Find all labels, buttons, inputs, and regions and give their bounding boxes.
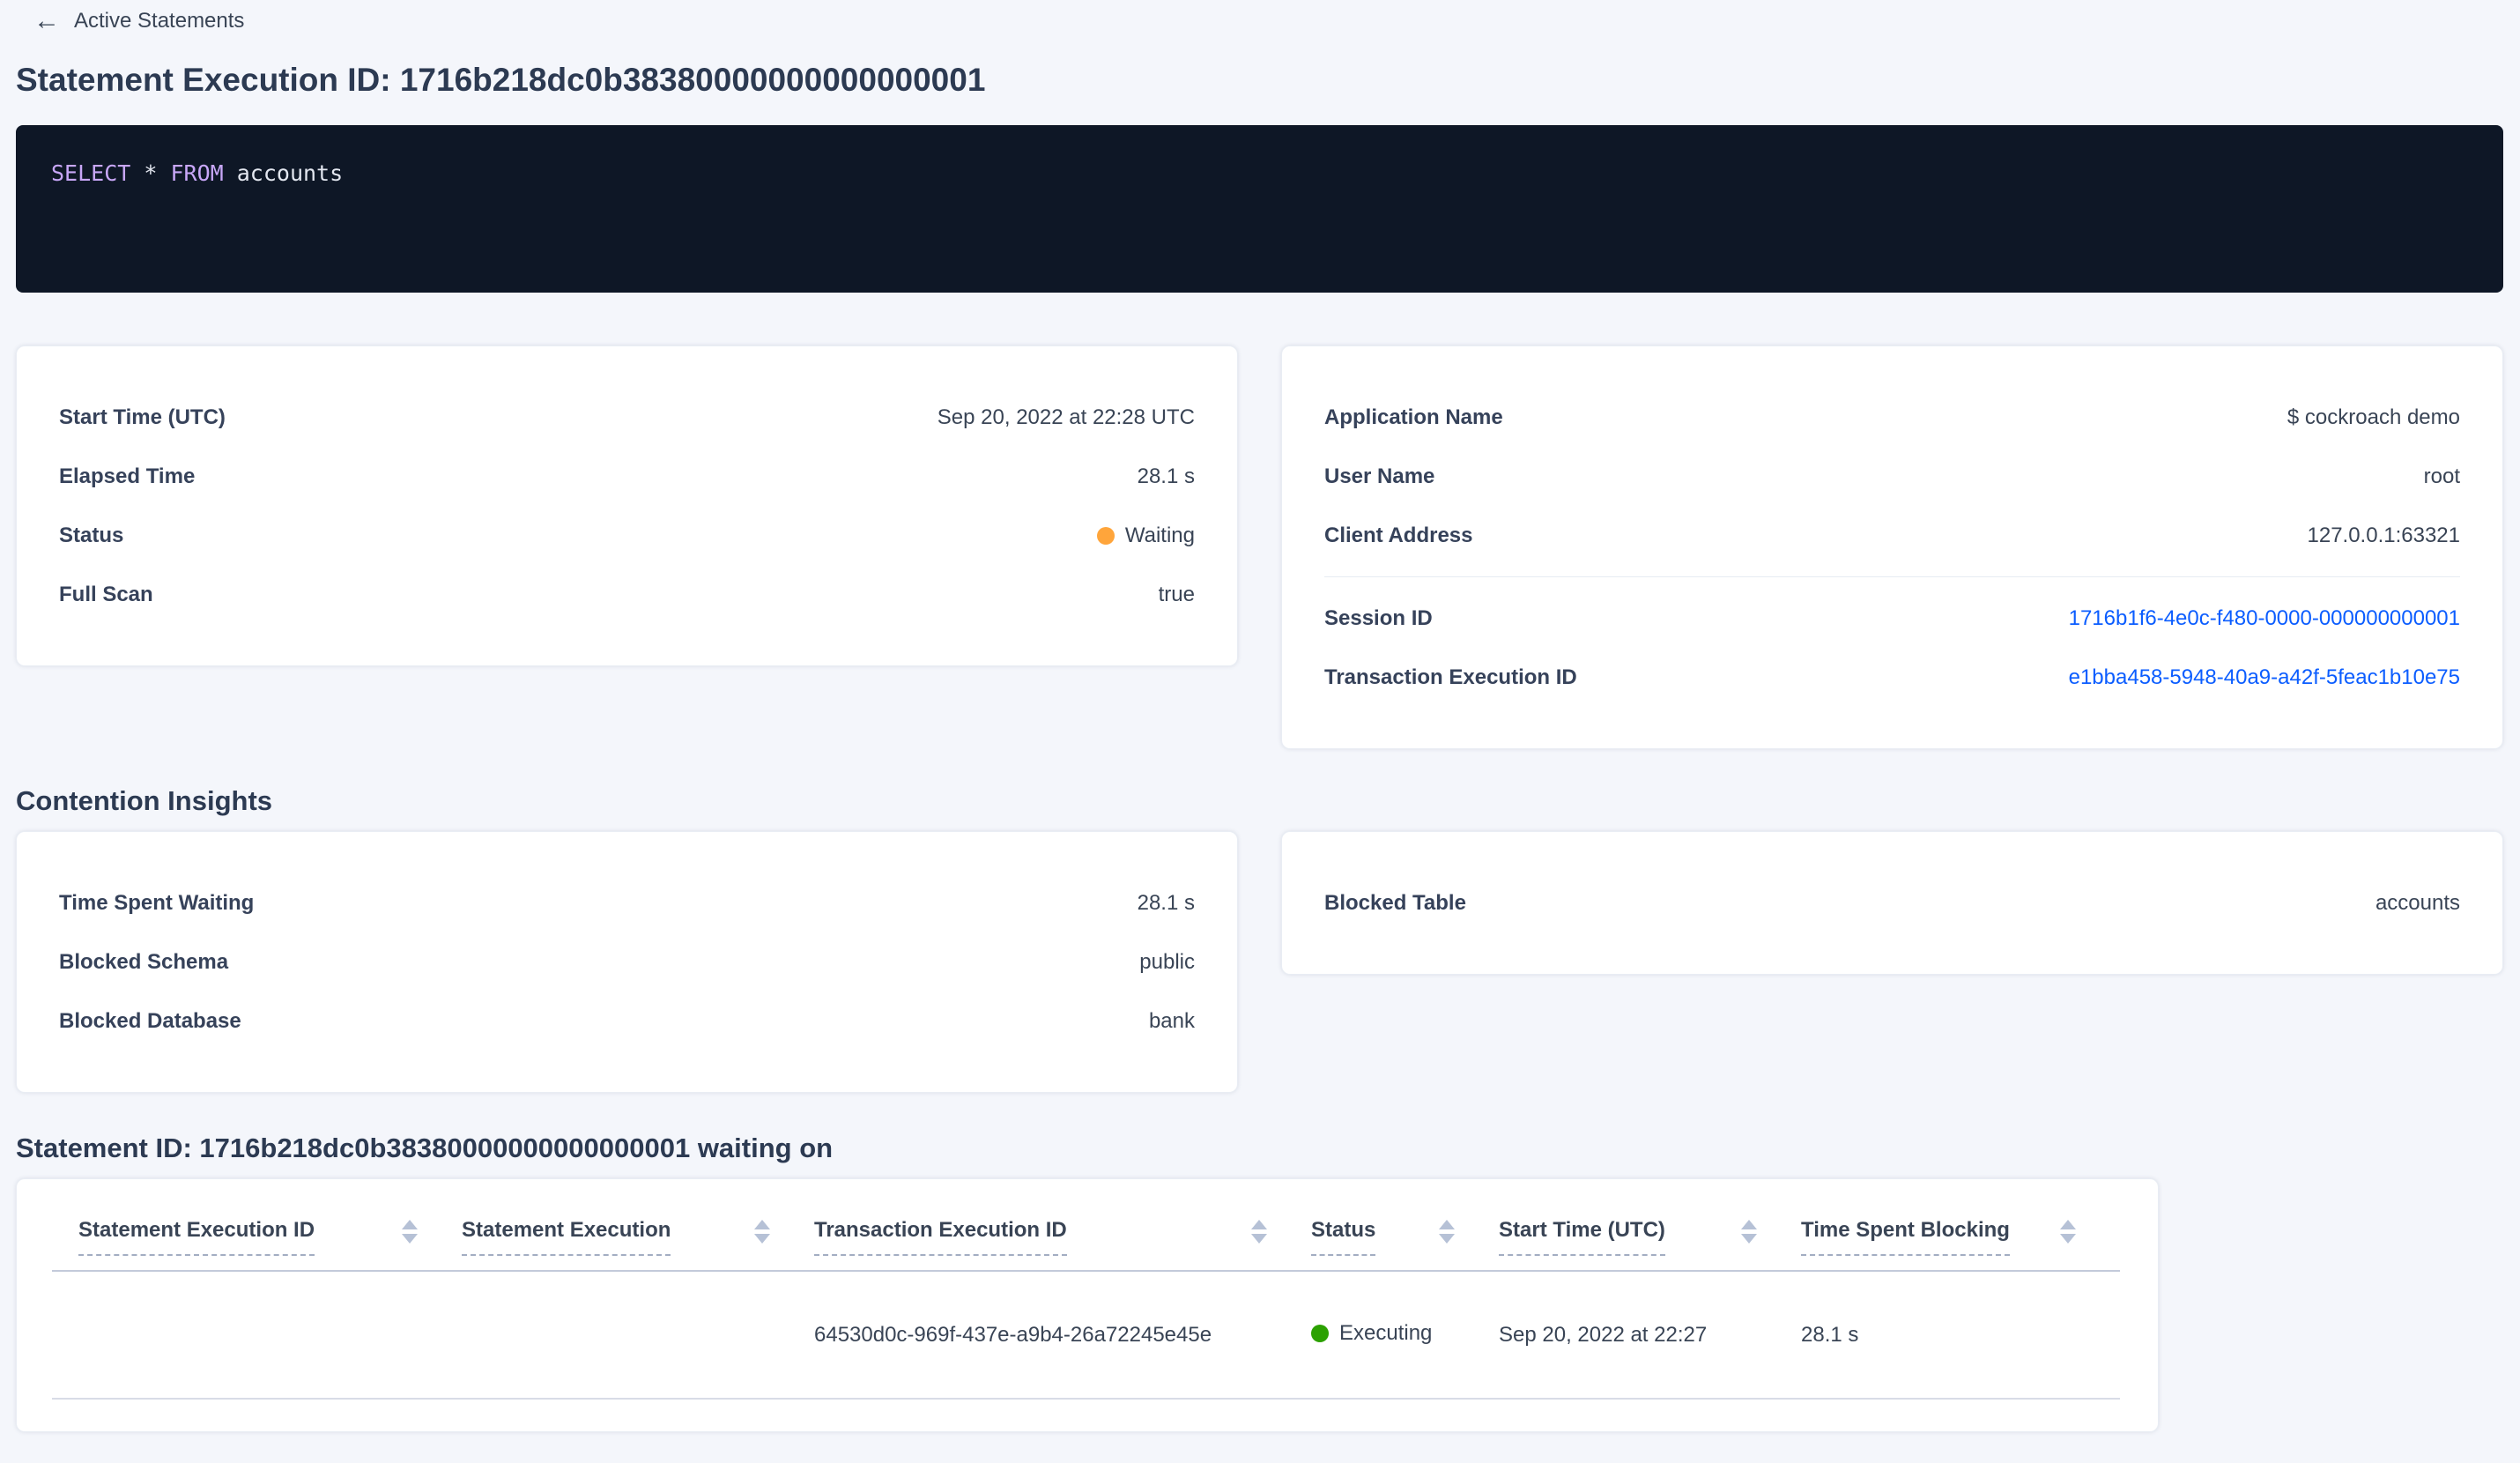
- blocked-database-row: Blocked Database bank: [59, 991, 1195, 1051]
- user-name-row: User Name root: [1324, 447, 2460, 506]
- status-row: Status Waiting: [59, 506, 1195, 565]
- blocked-schema-label: Blocked Schema: [59, 949, 229, 974]
- column-label: Time Spent Blocking: [1801, 1218, 2010, 1256]
- transaction-execution-id-link[interactable]: e1bba458-5948-40a9-a42f-5feac1b10e75: [2069, 665, 2460, 690]
- contention-insights-heading: Contention Insights: [16, 785, 273, 816]
- waiting-on-table: Statement Execution ID Statement Executi…: [52, 1179, 2120, 1400]
- sql-keyword-select: SELECT: [51, 160, 131, 186]
- user-name-value: root: [2423, 464, 2460, 488]
- start-time-value: Sep 20, 2022 at 22:28 UTC: [937, 405, 1195, 429]
- blocked-database-value: bank: [1148, 1008, 1195, 1033]
- elapsed-time-value: 28.1 s: [1137, 464, 1195, 488]
- status-value: Waiting: [1124, 523, 1195, 547]
- blocked-table-label: Blocked Table: [1324, 890, 1466, 915]
- sort-arrows-icon: [754, 1220, 770, 1244]
- back-arrow-icon: ←: [33, 6, 60, 35]
- table-header-row: Statement Execution ID Statement Executi…: [52, 1179, 2120, 1272]
- time-spent-waiting-row: Time Spent Waiting 28.1 s: [59, 873, 1195, 932]
- cell-statement-execution-id: [52, 1271, 462, 1400]
- sort-arrows-icon: [1741, 1220, 1757, 1244]
- elapsed-time-label: Elapsed Time: [59, 464, 196, 488]
- start-time-label: Start Time (UTC): [59, 405, 226, 429]
- client-address-value: 127.0.0.1:63321: [2307, 523, 2461, 547]
- client-address-row: Client Address 127.0.0.1:63321: [1324, 506, 2460, 565]
- sort-arrows-icon: [1439, 1220, 1455, 1244]
- sql-keyword-from: FROM: [170, 160, 224, 186]
- executing-status-badge: Executing: [1311, 1321, 1432, 1346]
- cell-transaction-execution-id: 64530d0c-969f-437e-a9b4-26a72245e45e: [814, 1271, 1311, 1400]
- executing-status-dot-icon: [1311, 1325, 1329, 1342]
- contention-insights-card: Time Spent Waiting 28.1 s Blocked Schema…: [16, 831, 1238, 1093]
- table-row: 64530d0c-969f-437e-a9b4-26a72245e45e Exe…: [52, 1271, 2120, 1400]
- column-label: Statement Execution: [462, 1218, 671, 1256]
- session-details-card: Application Name $ cockroach demo User N…: [1281, 345, 2503, 749]
- waiting-on-heading: Statement ID: 1716b218dc0b38380000000000…: [16, 1133, 834, 1163]
- card-divider: [1324, 576, 2460, 577]
- blocked-table-row: Blocked Table accounts: [1324, 873, 2460, 932]
- cell-time-spent-blocking: 28.1 s: [1801, 1271, 2120, 1400]
- breadcrumb-back-link[interactable]: ← Active Statements: [33, 6, 245, 35]
- column-label: Start Time (UTC): [1499, 1218, 1665, 1256]
- start-time-row: Start Time (UTC) Sep 20, 2022 at 22:28 U…: [59, 388, 1195, 447]
- column-label: Status: [1311, 1218, 1376, 1256]
- breadcrumb-label: Active Statements: [74, 9, 245, 33]
- column-header-time-spent-blocking[interactable]: Time Spent Blocking: [1801, 1179, 2120, 1272]
- waiting-status-dot-icon: [1096, 526, 1115, 545]
- sort-arrows-icon: [1251, 1220, 1267, 1244]
- transaction-execution-id-row: Transaction Execution ID e1bba458-5948-4…: [1324, 648, 2460, 707]
- blocked-schema-row: Blocked Schema public: [59, 932, 1195, 991]
- client-address-label: Client Address: [1324, 523, 1473, 547]
- session-id-label: Session ID: [1324, 605, 1433, 630]
- sort-arrows-icon: [402, 1220, 418, 1244]
- overview-cards-row: Start Time (UTC) Sep 20, 2022 at 22:28 U…: [16, 345, 2503, 749]
- transaction-execution-id-label: Transaction Execution ID: [1324, 665, 1577, 689]
- column-header-status[interactable]: Status: [1311, 1179, 1499, 1272]
- full-scan-value: true: [1158, 582, 1195, 606]
- sort-arrows-icon: [2060, 1220, 2076, 1244]
- blocked-database-label: Blocked Database: [59, 1008, 241, 1033]
- cell-status: Executing: [1311, 1271, 1499, 1400]
- executing-status-text: Executing: [1339, 1321, 1433, 1345]
- session-id-link[interactable]: 1716b1f6-4e0c-f480-0000-000000000001: [2069, 606, 2460, 631]
- session-id-row: Session ID 1716b1f6-4e0c-f480-0000-00000…: [1324, 589, 2460, 648]
- status-label: Status: [59, 523, 124, 547]
- column-label: Transaction Execution ID: [814, 1218, 1067, 1256]
- application-name-row: Application Name $ cockroach demo: [1324, 388, 2460, 447]
- sql-statement-box: SELECT * FROM accounts: [16, 125, 2503, 293]
- status-badge: Waiting: [1096, 523, 1195, 548]
- sql-table-segment: accounts: [223, 160, 344, 186]
- application-name-label: Application Name: [1324, 405, 1503, 429]
- application-name-value: $ cockroach demo: [2287, 405, 2460, 429]
- elapsed-time-row: Elapsed Time 28.1 s: [59, 447, 1195, 506]
- column-header-transaction-execution-id[interactable]: Transaction Execution ID: [814, 1179, 1311, 1272]
- full-scan-label: Full Scan: [59, 582, 153, 606]
- blocked-schema-value: public: [1139, 949, 1195, 974]
- waiting-on-table-card: Statement Execution ID Statement Executi…: [16, 1178, 2159, 1432]
- user-name-label: User Name: [1324, 464, 1435, 488]
- column-header-statement-execution-id[interactable]: Statement Execution ID: [52, 1179, 462, 1272]
- sql-star-segment: *: [130, 160, 171, 186]
- time-spent-waiting-value: 28.1 s: [1137, 890, 1195, 915]
- column-header-statement-execution[interactable]: Statement Execution: [462, 1179, 814, 1272]
- blocked-table-card: Blocked Table accounts: [1281, 831, 2503, 975]
- column-header-start-time[interactable]: Start Time (UTC): [1499, 1179, 1801, 1272]
- contention-cards-row: Time Spent Waiting 28.1 s Blocked Schema…: [16, 831, 2503, 1093]
- statement-overview-card: Start Time (UTC) Sep 20, 2022 at 22:28 U…: [16, 345, 1238, 666]
- page-title: Statement Execution ID: 1716b218dc0b3838…: [16, 62, 986, 98]
- cell-start-time: Sep 20, 2022 at 22:27: [1499, 1271, 1801, 1400]
- blocked-table-value: accounts: [2375, 890, 2460, 915]
- column-label: Statement Execution ID: [78, 1218, 315, 1256]
- full-scan-row: Full Scan true: [59, 565, 1195, 624]
- time-spent-waiting-label: Time Spent Waiting: [59, 890, 255, 915]
- cell-statement-execution: [462, 1271, 814, 1400]
